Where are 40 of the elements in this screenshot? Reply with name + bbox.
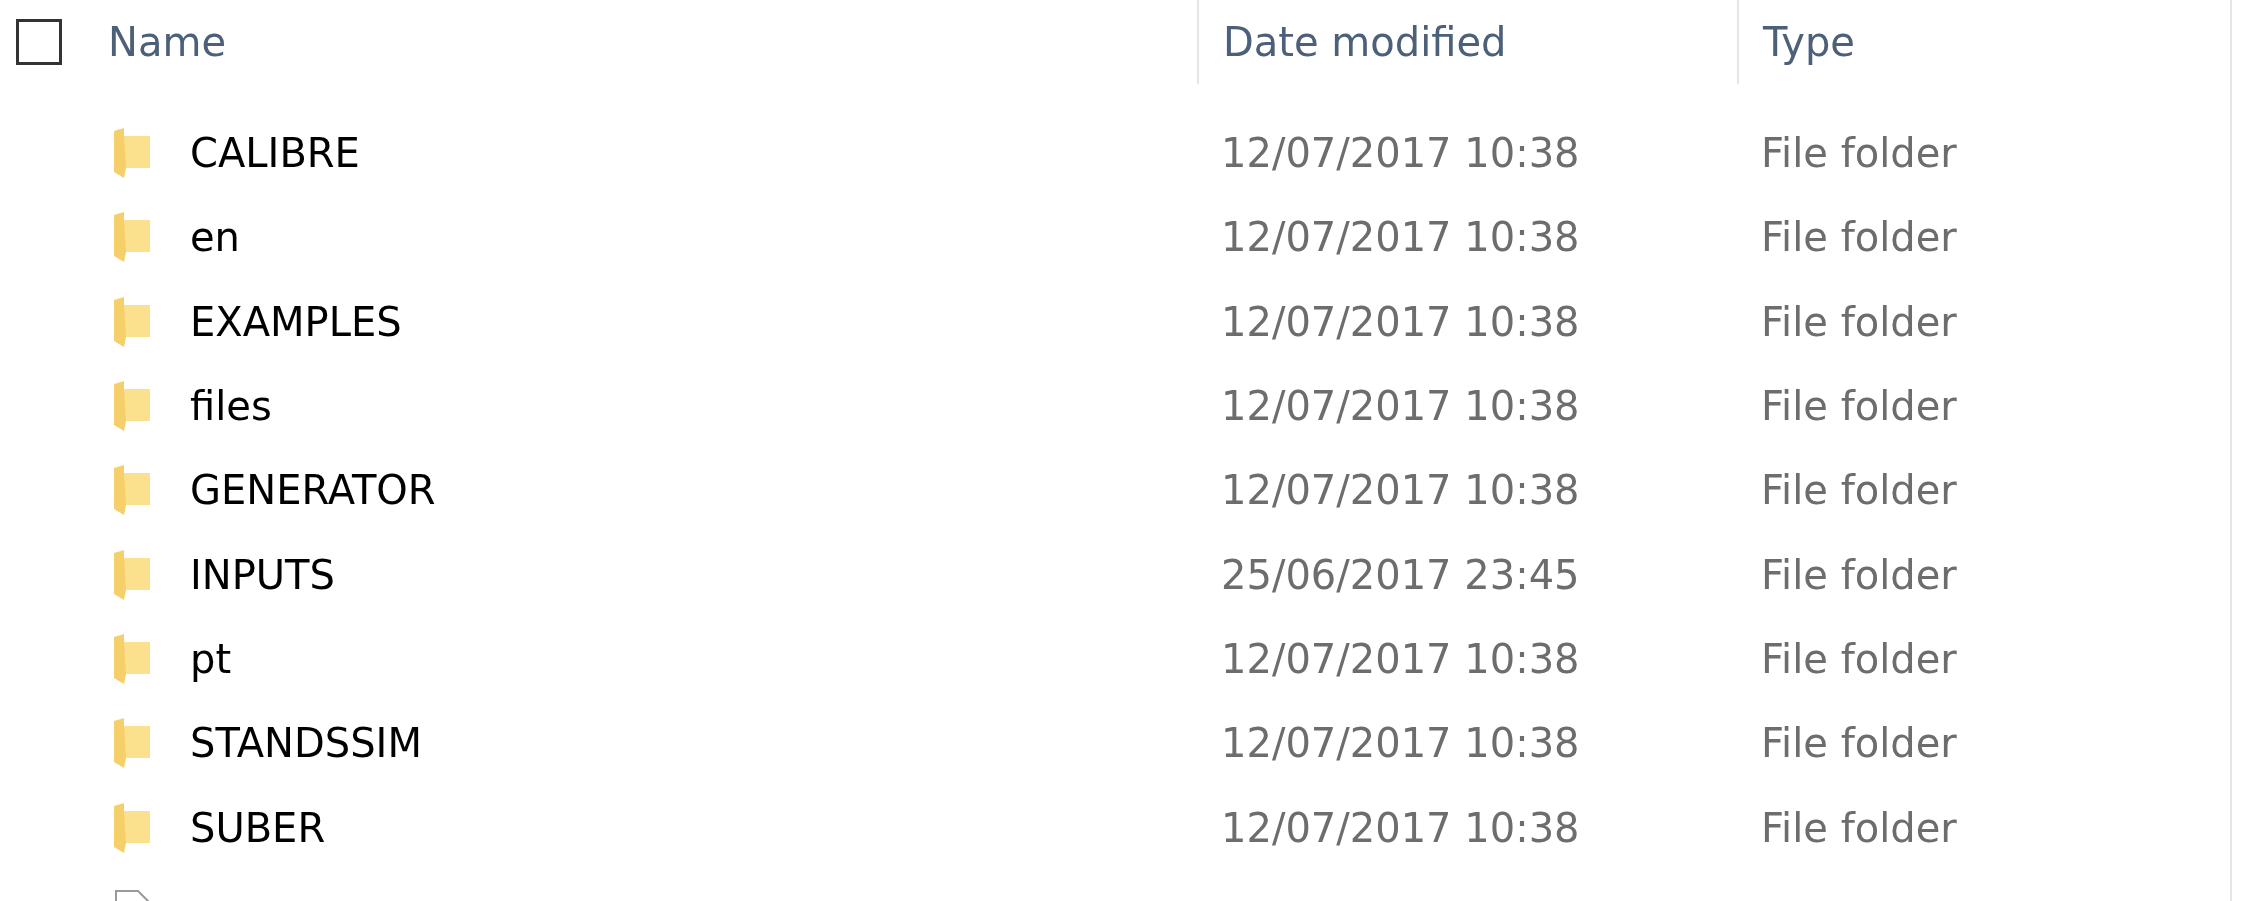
date-modified: 12/07/2017 10:38 — [1221, 804, 1580, 851]
date-modified: 12/07/2017 10:38 — [1221, 298, 1580, 345]
folder-icon — [114, 633, 150, 684]
column-header[interactable]: Date modified — [1223, 19, 1507, 65]
file-type: File folder — [1761, 214, 1957, 261]
file-name[interactable]: GENERATOR — [190, 467, 436, 514]
file-name[interactable]: EXAMPLES — [190, 298, 402, 345]
file-type: File folder — [1761, 130, 1957, 177]
file-type: File folder — [1761, 298, 1957, 345]
folder-icon — [114, 296, 150, 347]
file-type: File folder — [1761, 804, 1957, 851]
date-modified: 12/07/2017 10:38 — [1221, 383, 1580, 430]
file-name[interactable]: SUBER — [190, 804, 326, 851]
folder-icon — [114, 718, 150, 769]
select-all-checkbox[interactable] — [16, 19, 62, 65]
file-name[interactable]: en — [190, 214, 240, 261]
file-type: File folder — [1761, 383, 1957, 430]
folder-icon — [114, 465, 150, 516]
date-modified: 12/07/2017 10:38 — [1221, 635, 1580, 682]
file-name[interactable]: STANDSSIM — [190, 720, 422, 767]
column-header[interactable]: Name — [108, 19, 226, 65]
folder-icon — [114, 212, 150, 263]
folder-icon — [114, 549, 150, 600]
folder-icon — [114, 128, 150, 179]
file-type: File folder — [1761, 467, 1957, 514]
file-type: File folder — [1761, 720, 1957, 767]
folder-icon — [114, 802, 150, 853]
date-modified: 12/07/2017 10:38 — [1221, 214, 1580, 261]
file-name[interactable]: files — [190, 383, 272, 430]
date-modified: 12/07/2017 10:38 — [1221, 130, 1580, 177]
date-modified: 12/07/2017 10:38 — [1221, 720, 1580, 767]
file-name[interactable]: pt — [190, 635, 232, 682]
file-type: File folder — [1761, 551, 1957, 598]
file-name[interactable]: CALIBRE — [190, 130, 360, 177]
file-type: File folder — [1761, 635, 1957, 682]
date-modified: 25/06/2017 23:45 — [1221, 551, 1580, 598]
folder-icon — [114, 381, 150, 432]
date-modified: 12/07/2017 10:38 — [1221, 467, 1580, 514]
file-name[interactable]: INPUTS — [190, 551, 335, 598]
column-header[interactable]: Type — [1763, 19, 1855, 65]
